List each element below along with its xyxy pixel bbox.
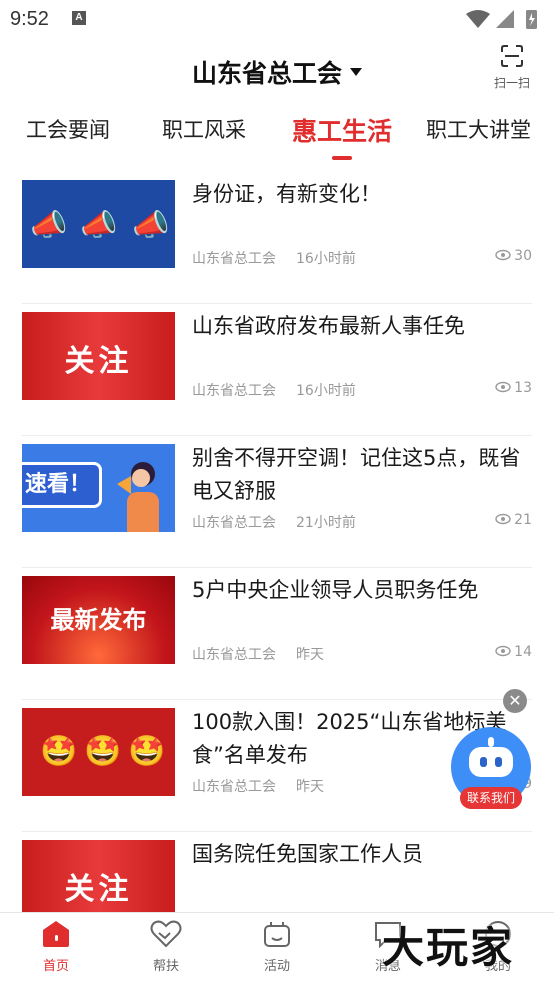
megaphone-icon: 📣 xyxy=(132,208,170,243)
item-meta: 山东省总工会 16小时前 xyxy=(192,248,356,268)
signal-icon xyxy=(496,10,514,28)
scan-label: 扫一扫 xyxy=(493,76,530,90)
tab-label: 职工大讲堂 xyxy=(426,118,531,142)
thumbnail-text: 关注 xyxy=(64,344,133,379)
nav-label: 帮扶 xyxy=(152,959,179,974)
scan-icon xyxy=(501,45,523,67)
view-count-value: 14 xyxy=(514,644,532,660)
close-robot-button[interactable]: ✕ xyxy=(503,689,527,713)
star-eyes-emoji-icon: 🤩 xyxy=(84,734,122,769)
notification-a-icon: A xyxy=(72,11,86,25)
contact-us-label[interactable]: 联系我们 xyxy=(460,787,522,809)
tab-label: 工会要闻 xyxy=(26,118,110,142)
list-item[interactable]: 速看！ 别舍不得开空调！记住这5点，既省电又舒服 山东省总工会 21小时前 21 xyxy=(22,436,532,568)
status-time: 9:52 xyxy=(10,8,49,30)
view-count: 30 xyxy=(495,248,532,264)
thumbnail-emoji: 🤩 🤩 🤩 xyxy=(22,708,175,796)
list-item[interactable]: 关注 国务院任免国家工作人员 xyxy=(22,832,532,912)
item-source: 山东省总工会 xyxy=(192,251,276,267)
handshake-heart-icon xyxy=(150,920,182,948)
view-count-value: 30 xyxy=(514,248,532,264)
megaphone-icon: 📣 xyxy=(80,208,118,243)
org-selector[interactable]: 山东省总工会 xyxy=(0,54,554,90)
thumbnail-text: 速看！ xyxy=(22,462,102,508)
category-tabs: 工会要闻 职工风采 惠工生活 职工大讲堂 xyxy=(0,108,554,164)
thumbnail-text: 关注 xyxy=(64,872,133,907)
home-icon xyxy=(43,921,69,947)
scan-button[interactable]: 扫一扫 xyxy=(490,44,534,94)
item-title: 身份证，有新变化！ xyxy=(192,182,381,206)
status-bar: 9:52 A xyxy=(0,0,554,40)
thumbnail-sukan: 速看！ xyxy=(22,444,175,532)
view-count-value: 21 xyxy=(514,512,532,528)
eye-icon xyxy=(495,645,511,657)
item-source: 山东省总工会 xyxy=(192,779,276,795)
app-header: 山东省总工会 扫一扫 xyxy=(0,44,554,100)
activity-bag-icon xyxy=(264,922,290,947)
item-source: 山东省总工会 xyxy=(192,515,276,531)
watermark-logo: 大玩家 xyxy=(382,923,515,972)
item-meta: 山东省总工会 21小时前 xyxy=(192,512,356,532)
eye-icon xyxy=(495,513,511,525)
list-item[interactable]: 最新发布 5户中央企业领导人员职务任免 山东省总工会 昨天 14 xyxy=(22,568,532,700)
tab-label: 惠工生活 xyxy=(292,117,393,146)
item-title: 别舍不得开空调！记住这5点，既省电又舒服 xyxy=(192,446,521,503)
thumbnail-megaphones: 📣 📣 📣 xyxy=(22,180,175,268)
tab-label: 职工风采 xyxy=(162,118,246,142)
page-title: 山东省总工会 xyxy=(191,59,342,88)
view-count-value: 13 xyxy=(514,380,532,396)
nav-home[interactable]: 首页 xyxy=(16,919,96,974)
thumbnail-text: 最新发布 xyxy=(50,606,147,634)
nav-activities[interactable]: 活动 xyxy=(237,919,317,974)
thumbnail-guanzhu: 关注 xyxy=(22,312,175,400)
item-title: 山东省政府发布最新人事任免 xyxy=(192,314,465,338)
list-item[interactable]: 关注 山东省政府发布最新人事任免 山东省总工会 16小时前 13 xyxy=(22,304,532,436)
active-tab-indicator xyxy=(332,156,352,160)
item-time: 16小时前 xyxy=(296,383,356,399)
item-source: 山东省总工会 xyxy=(192,383,276,399)
system-status-icons xyxy=(466,10,537,29)
nav-label: 首页 xyxy=(42,959,69,974)
thumbnail-guanzhu: 关注 xyxy=(22,840,175,912)
item-meta: 山东省总工会 16小时前 xyxy=(192,380,356,400)
star-eyes-emoji-icon: 🤩 xyxy=(128,734,166,769)
robot-icon xyxy=(469,747,513,777)
tab-news[interactable]: 工会要闻 xyxy=(26,114,110,144)
view-count: 13 xyxy=(495,380,532,396)
item-time: 21小时前 xyxy=(296,515,356,531)
star-eyes-emoji-icon: 🤩 xyxy=(40,734,78,769)
thumbnail-zuixin: 最新发布 xyxy=(22,576,175,664)
megaphone-icon: 📣 xyxy=(30,208,68,243)
view-count: 21 xyxy=(495,512,532,528)
view-count: 14 xyxy=(495,644,532,660)
person-megaphone-illustration xyxy=(117,462,159,532)
item-meta: 山东省总工会 昨天 xyxy=(192,776,324,796)
item-time: 昨天 xyxy=(296,647,324,663)
wifi-icon xyxy=(466,10,490,28)
tab-worker-life[interactable]: 惠工生活 xyxy=(292,112,393,160)
robot-antenna xyxy=(488,737,494,747)
item-source: 山东省总工会 xyxy=(192,647,276,663)
tab-lecture-hall[interactable]: 职工大讲堂 xyxy=(426,114,531,144)
item-title: 国务院任免国家工作人员 xyxy=(192,842,423,866)
item-title: 5户中央企业领导人员职务任免 xyxy=(192,578,479,602)
item-time: 昨天 xyxy=(296,779,324,795)
item-meta: 山东省总工会 昨天 xyxy=(192,644,324,664)
eye-icon xyxy=(495,249,511,261)
item-time: 16小时前 xyxy=(296,251,356,267)
caret-down-icon xyxy=(350,68,362,76)
tab-worker-style[interactable]: 职工风采 xyxy=(162,114,246,144)
nav-help[interactable]: 帮扶 xyxy=(126,919,206,974)
list-item[interactable]: 📣 📣 📣 身份证，有新变化！ 山东省总工会 16小时前 30 xyxy=(22,172,532,304)
eye-icon xyxy=(495,381,511,393)
nav-label: 活动 xyxy=(263,959,290,974)
